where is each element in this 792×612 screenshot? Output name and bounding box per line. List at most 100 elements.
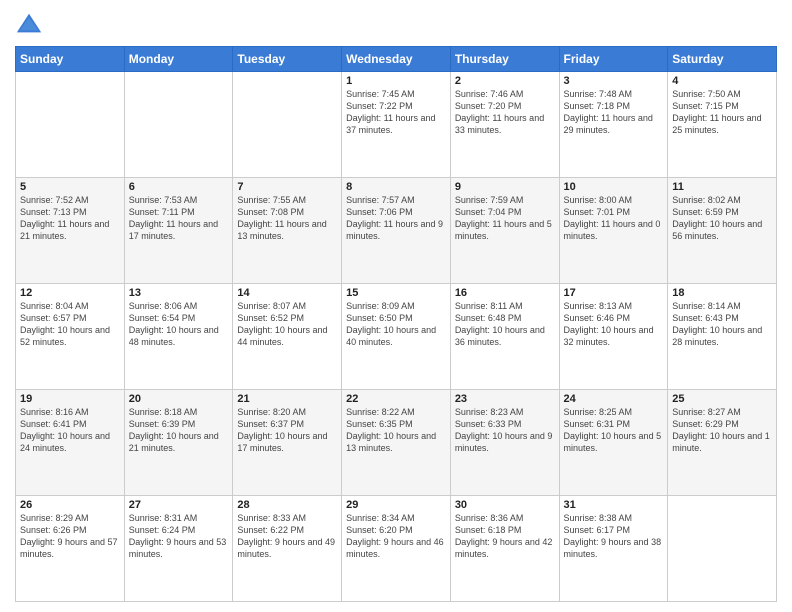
day-number: 23 bbox=[455, 393, 555, 405]
day-number: 12 bbox=[20, 287, 120, 299]
day-info: Sunrise: 8:20 AM Sunset: 6:37 PM Dayligh… bbox=[237, 406, 337, 455]
day-info: Sunrise: 7:50 AM Sunset: 7:15 PM Dayligh… bbox=[672, 88, 772, 137]
day-number: 30 bbox=[455, 499, 555, 511]
table-row: 30Sunrise: 8:36 AM Sunset: 6:18 PM Dayli… bbox=[450, 496, 559, 602]
calendar-week-1: 1Sunrise: 7:45 AM Sunset: 7:22 PM Daylig… bbox=[16, 72, 777, 178]
day-info: Sunrise: 8:29 AM Sunset: 6:26 PM Dayligh… bbox=[20, 512, 120, 561]
day-number: 13 bbox=[129, 287, 229, 299]
day-info: Sunrise: 8:02 AM Sunset: 6:59 PM Dayligh… bbox=[672, 194, 772, 243]
day-info: Sunrise: 7:48 AM Sunset: 7:18 PM Dayligh… bbox=[564, 88, 664, 137]
day-number: 2 bbox=[455, 75, 555, 87]
day-number: 27 bbox=[129, 499, 229, 511]
day-number: 14 bbox=[237, 287, 337, 299]
table-row: 4Sunrise: 7:50 AM Sunset: 7:15 PM Daylig… bbox=[668, 72, 777, 178]
col-saturday: Saturday bbox=[668, 47, 777, 72]
table-row: 22Sunrise: 8:22 AM Sunset: 6:35 PM Dayli… bbox=[342, 390, 451, 496]
day-info: Sunrise: 8:14 AM Sunset: 6:43 PM Dayligh… bbox=[672, 300, 772, 349]
day-info: Sunrise: 8:25 AM Sunset: 6:31 PM Dayligh… bbox=[564, 406, 664, 455]
day-info: Sunrise: 8:34 AM Sunset: 6:20 PM Dayligh… bbox=[346, 512, 446, 561]
col-sunday: Sunday bbox=[16, 47, 125, 72]
table-row: 2Sunrise: 7:46 AM Sunset: 7:20 PM Daylig… bbox=[450, 72, 559, 178]
day-number: 21 bbox=[237, 393, 337, 405]
day-number: 18 bbox=[672, 287, 772, 299]
logo-icon bbox=[15, 10, 43, 38]
day-number: 22 bbox=[346, 393, 446, 405]
table-row bbox=[124, 72, 233, 178]
table-row: 21Sunrise: 8:20 AM Sunset: 6:37 PM Dayli… bbox=[233, 390, 342, 496]
table-row: 20Sunrise: 8:18 AM Sunset: 6:39 PM Dayli… bbox=[124, 390, 233, 496]
col-monday: Monday bbox=[124, 47, 233, 72]
table-row: 31Sunrise: 8:38 AM Sunset: 6:17 PM Dayli… bbox=[559, 496, 668, 602]
header-row: Sunday Monday Tuesday Wednesday Thursday… bbox=[16, 47, 777, 72]
logo bbox=[15, 10, 47, 38]
day-info: Sunrise: 8:16 AM Sunset: 6:41 PM Dayligh… bbox=[20, 406, 120, 455]
table-row bbox=[668, 496, 777, 602]
day-info: Sunrise: 8:11 AM Sunset: 6:48 PM Dayligh… bbox=[455, 300, 555, 349]
table-row: 1Sunrise: 7:45 AM Sunset: 7:22 PM Daylig… bbox=[342, 72, 451, 178]
table-row: 26Sunrise: 8:29 AM Sunset: 6:26 PM Dayli… bbox=[16, 496, 125, 602]
table-row: 18Sunrise: 8:14 AM Sunset: 6:43 PM Dayli… bbox=[668, 284, 777, 390]
table-row: 15Sunrise: 8:09 AM Sunset: 6:50 PM Dayli… bbox=[342, 284, 451, 390]
day-number: 15 bbox=[346, 287, 446, 299]
day-info: Sunrise: 7:59 AM Sunset: 7:04 PM Dayligh… bbox=[455, 194, 555, 243]
day-number: 7 bbox=[237, 181, 337, 193]
table-row: 17Sunrise: 8:13 AM Sunset: 6:46 PM Dayli… bbox=[559, 284, 668, 390]
table-row: 13Sunrise: 8:06 AM Sunset: 6:54 PM Dayli… bbox=[124, 284, 233, 390]
page: Sunday Monday Tuesday Wednesday Thursday… bbox=[0, 0, 792, 612]
header bbox=[15, 10, 777, 38]
calendar-week-4: 19Sunrise: 8:16 AM Sunset: 6:41 PM Dayli… bbox=[16, 390, 777, 496]
calendar-week-3: 12Sunrise: 8:04 AM Sunset: 6:57 PM Dayli… bbox=[16, 284, 777, 390]
table-row: 6Sunrise: 7:53 AM Sunset: 7:11 PM Daylig… bbox=[124, 178, 233, 284]
day-info: Sunrise: 8:31 AM Sunset: 6:24 PM Dayligh… bbox=[129, 512, 229, 561]
day-info: Sunrise: 7:57 AM Sunset: 7:06 PM Dayligh… bbox=[346, 194, 446, 243]
day-info: Sunrise: 8:18 AM Sunset: 6:39 PM Dayligh… bbox=[129, 406, 229, 455]
day-number: 25 bbox=[672, 393, 772, 405]
day-info: Sunrise: 8:33 AM Sunset: 6:22 PM Dayligh… bbox=[237, 512, 337, 561]
day-number: 8 bbox=[346, 181, 446, 193]
day-number: 10 bbox=[564, 181, 664, 193]
day-info: Sunrise: 7:55 AM Sunset: 7:08 PM Dayligh… bbox=[237, 194, 337, 243]
table-row: 27Sunrise: 8:31 AM Sunset: 6:24 PM Dayli… bbox=[124, 496, 233, 602]
day-info: Sunrise: 7:52 AM Sunset: 7:13 PM Dayligh… bbox=[20, 194, 120, 243]
table-row: 14Sunrise: 8:07 AM Sunset: 6:52 PM Dayli… bbox=[233, 284, 342, 390]
day-info: Sunrise: 8:00 AM Sunset: 7:01 PM Dayligh… bbox=[564, 194, 664, 243]
table-row: 10Sunrise: 8:00 AM Sunset: 7:01 PM Dayli… bbox=[559, 178, 668, 284]
day-number: 19 bbox=[20, 393, 120, 405]
col-wednesday: Wednesday bbox=[342, 47, 451, 72]
day-info: Sunrise: 8:23 AM Sunset: 6:33 PM Dayligh… bbox=[455, 406, 555, 455]
day-number: 3 bbox=[564, 75, 664, 87]
col-friday: Friday bbox=[559, 47, 668, 72]
day-number: 26 bbox=[20, 499, 120, 511]
day-info: Sunrise: 8:27 AM Sunset: 6:29 PM Dayligh… bbox=[672, 406, 772, 455]
table-row: 24Sunrise: 8:25 AM Sunset: 6:31 PM Dayli… bbox=[559, 390, 668, 496]
table-row: 25Sunrise: 8:27 AM Sunset: 6:29 PM Dayli… bbox=[668, 390, 777, 496]
day-number: 16 bbox=[455, 287, 555, 299]
day-number: 31 bbox=[564, 499, 664, 511]
day-info: Sunrise: 8:36 AM Sunset: 6:18 PM Dayligh… bbox=[455, 512, 555, 561]
table-row: 23Sunrise: 8:23 AM Sunset: 6:33 PM Dayli… bbox=[450, 390, 559, 496]
table-row: 5Sunrise: 7:52 AM Sunset: 7:13 PM Daylig… bbox=[16, 178, 125, 284]
day-info: Sunrise: 8:06 AM Sunset: 6:54 PM Dayligh… bbox=[129, 300, 229, 349]
table-row: 3Sunrise: 7:48 AM Sunset: 7:18 PM Daylig… bbox=[559, 72, 668, 178]
table-row: 8Sunrise: 7:57 AM Sunset: 7:06 PM Daylig… bbox=[342, 178, 451, 284]
day-number: 20 bbox=[129, 393, 229, 405]
table-row: 7Sunrise: 7:55 AM Sunset: 7:08 PM Daylig… bbox=[233, 178, 342, 284]
day-number: 24 bbox=[564, 393, 664, 405]
day-info: Sunrise: 8:38 AM Sunset: 6:17 PM Dayligh… bbox=[564, 512, 664, 561]
table-row: 12Sunrise: 8:04 AM Sunset: 6:57 PM Dayli… bbox=[16, 284, 125, 390]
day-number: 29 bbox=[346, 499, 446, 511]
day-number: 5 bbox=[20, 181, 120, 193]
table-row: 28Sunrise: 8:33 AM Sunset: 6:22 PM Dayli… bbox=[233, 496, 342, 602]
day-number: 11 bbox=[672, 181, 772, 193]
day-info: Sunrise: 7:45 AM Sunset: 7:22 PM Dayligh… bbox=[346, 88, 446, 137]
day-info: Sunrise: 8:07 AM Sunset: 6:52 PM Dayligh… bbox=[237, 300, 337, 349]
day-number: 17 bbox=[564, 287, 664, 299]
col-thursday: Thursday bbox=[450, 47, 559, 72]
day-info: Sunrise: 7:53 AM Sunset: 7:11 PM Dayligh… bbox=[129, 194, 229, 243]
day-info: Sunrise: 7:46 AM Sunset: 7:20 PM Dayligh… bbox=[455, 88, 555, 137]
day-info: Sunrise: 8:13 AM Sunset: 6:46 PM Dayligh… bbox=[564, 300, 664, 349]
table-row: 29Sunrise: 8:34 AM Sunset: 6:20 PM Dayli… bbox=[342, 496, 451, 602]
day-number: 1 bbox=[346, 75, 446, 87]
calendar-table: Sunday Monday Tuesday Wednesday Thursday… bbox=[15, 46, 777, 602]
table-row: 11Sunrise: 8:02 AM Sunset: 6:59 PM Dayli… bbox=[668, 178, 777, 284]
